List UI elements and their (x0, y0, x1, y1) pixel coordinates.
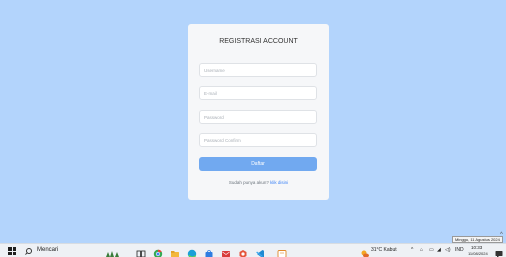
language-indicator[interactable]: IND (455, 247, 464, 253)
login-link[interactable]: klik disini (270, 180, 288, 185)
windows-start-icon[interactable] (8, 247, 16, 255)
widgets-icon[interactable] (104, 246, 119, 257)
chevron-up-icon[interactable]: ^ (411, 247, 413, 253)
edge-icon[interactable] (187, 246, 197, 257)
task-view-icon[interactable] (136, 246, 146, 257)
weather-icon[interactable] (360, 246, 370, 257)
wifi-icon[interactable]: ◢ (437, 247, 441, 253)
email-input[interactable] (199, 86, 317, 100)
file-explorer-icon[interactable] (170, 246, 180, 257)
clock-time: 10:33 (471, 245, 483, 250)
mail-icon[interactable] (221, 246, 231, 257)
taskbar: Mencari 31°C Kabut ^ ⌂ ▭ ◢ ◁) IND 10:33 … (0, 243, 506, 257)
vscode-icon[interactable] (255, 246, 265, 257)
clock-date: 11/08/2024 (468, 251, 488, 256)
login-prompt: Sudah punya akun? klik disini (188, 180, 329, 185)
login-prompt-text: Sudah punya akun? (228, 180, 269, 185)
speaker-icon[interactable]: ◁) (445, 247, 451, 253)
store-icon[interactable] (204, 246, 214, 257)
search-label: Mencari (37, 247, 59, 253)
clock[interactable]: 10:33 11/08/2024 (468, 244, 492, 257)
form-title: REGISTRASI ACCOUNT (219, 38, 298, 45)
register-button[interactable]: Daftar (199, 157, 317, 171)
password-input[interactable] (199, 110, 317, 124)
weather-text[interactable]: 31°C Kabut (371, 247, 397, 253)
office-icon[interactable] (238, 246, 248, 257)
registration-card: REGISTRASI ACCOUNT Daftar Sudah punya ak… (188, 24, 329, 200)
date-tooltip: Minggu, 11 Agustus 2024 (452, 236, 503, 243)
notification-icon[interactable] (494, 246, 504, 257)
battery-icon[interactable]: ▭ (429, 247, 434, 253)
search-icon (26, 248, 32, 254)
chrome-icon[interactable] (153, 246, 163, 257)
notes-icon[interactable] (277, 246, 287, 257)
tray-misc-icon[interactable]: ⌂ (420, 247, 423, 253)
taskbar-search[interactable]: Mencari (26, 245, 96, 257)
password-confirm-input[interactable] (199, 133, 317, 147)
username-input[interactable] (199, 63, 317, 77)
